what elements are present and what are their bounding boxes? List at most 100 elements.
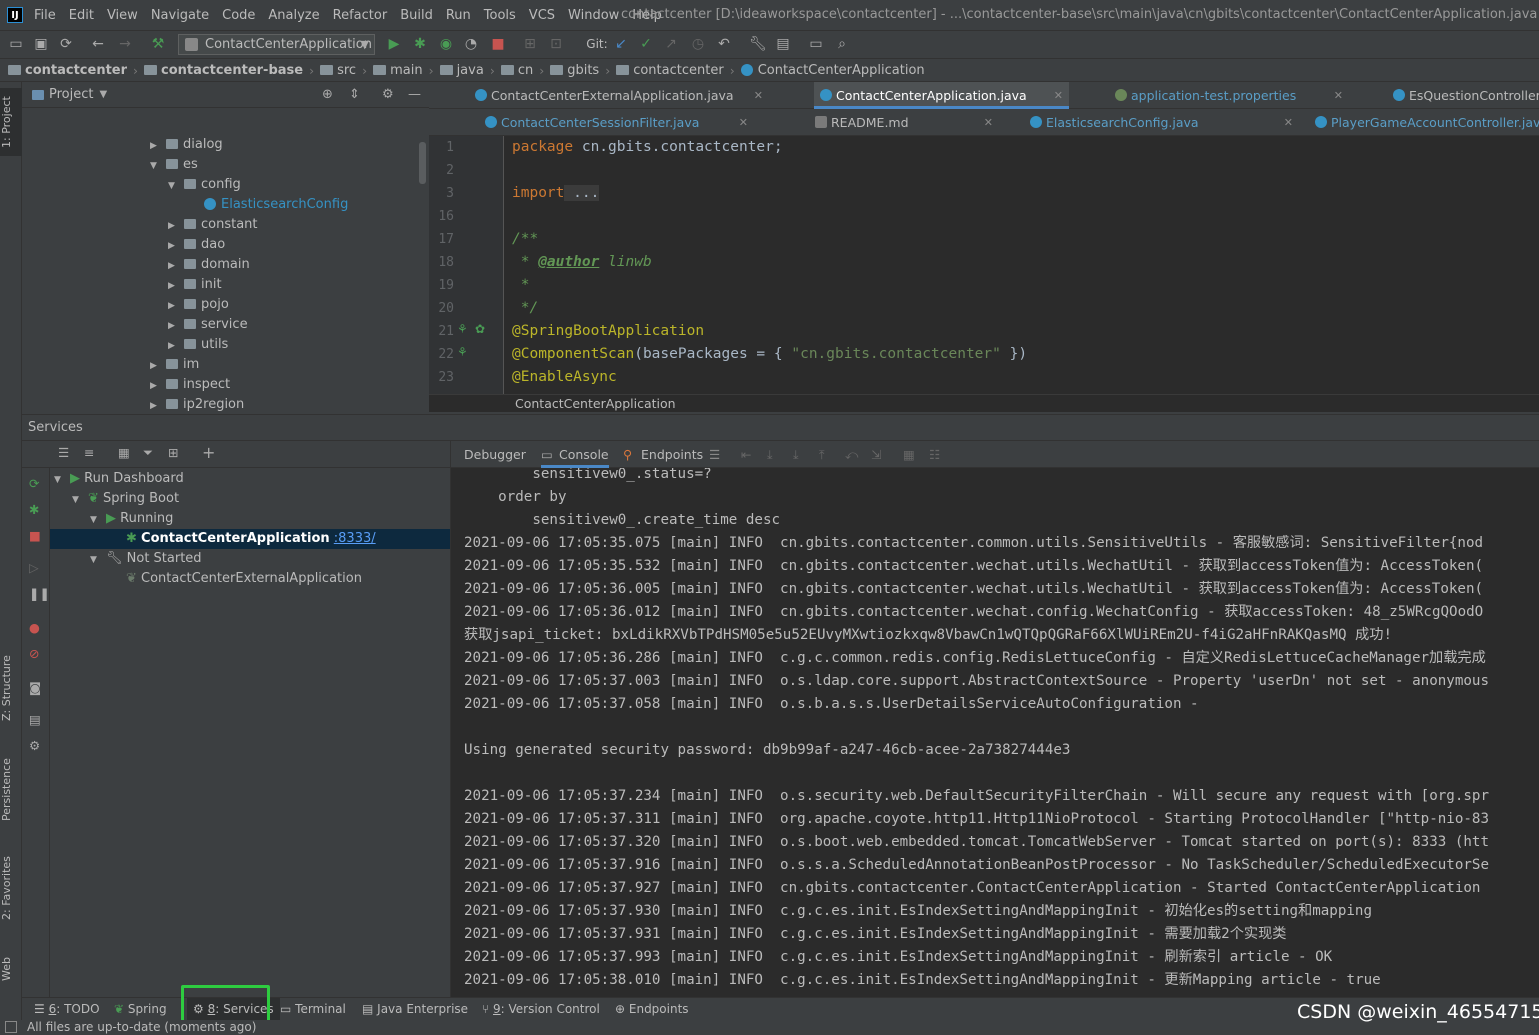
editor-tab-0[interactable]: ContactCenterSessionFilter.java ✕ bbox=[479, 109, 754, 136]
gear-icon[interactable]: ⚙ bbox=[29, 738, 43, 753]
add-service-icon[interactable]: + bbox=[202, 443, 215, 462]
git-push-icon[interactable]: ↗ bbox=[663, 36, 679, 52]
project-tree-item-inspect[interactable]: ▶ inspect bbox=[150, 375, 230, 395]
menu-item-analyze[interactable]: Analyze bbox=[268, 8, 319, 23]
breadcrumb-item-7[interactable]: contactcenter bbox=[616, 63, 724, 78]
project-tree-item-ip2region[interactable]: ▶ ip2region bbox=[150, 395, 244, 415]
status-toggle-icon[interactable] bbox=[5, 1021, 17, 1033]
new-tab-icon[interactable]: ⊞ bbox=[168, 445, 178, 460]
chevron-right-icon[interactable]: ▶ bbox=[150, 396, 160, 416]
project-tree-item-pojo[interactable]: ▶ pojo bbox=[168, 295, 229, 315]
chevron-right-icon[interactable]: ▶ bbox=[168, 336, 178, 356]
breadcrumb-item-2[interactable]: src bbox=[320, 63, 356, 78]
chevron-right-icon[interactable]: ▶ bbox=[168, 276, 178, 296]
tree-spring-boot[interactable]: ▼ ❦ Spring Boot bbox=[72, 489, 450, 509]
drop-frame-icon[interactable]: ⤺ bbox=[845, 441, 858, 468]
tab-terminal[interactable]: ▭ Terminal bbox=[280, 998, 346, 1021]
menu-item-window[interactable]: Window bbox=[568, 8, 619, 23]
console-output[interactable]: sensitivew0_.status=? order by sensitive… bbox=[464, 468, 1539, 997]
view-breakpoints-icon[interactable]: ● bbox=[29, 620, 43, 635]
mute-breakpoints-icon[interactable]: ⊘ bbox=[29, 646, 43, 661]
menu-icon[interactable]: ☰ bbox=[709, 441, 720, 468]
sync-icon[interactable]: ⟳ bbox=[58, 36, 74, 52]
folded-imports[interactable]: ... bbox=[564, 185, 600, 201]
camera-icon[interactable]: ◙ bbox=[29, 680, 43, 695]
menu-item-edit[interactable]: Edit bbox=[69, 8, 94, 23]
rollback-icon[interactable]: ↶ bbox=[716, 36, 732, 52]
tab-endpoints-bottom[interactable]: ⊕ Endpoints bbox=[615, 998, 689, 1021]
tab-persistence[interactable]: Persistence bbox=[0, 750, 22, 830]
run-gutter-icon[interactable]: ✿ bbox=[475, 322, 485, 336]
terminal-icon[interactable]: ▭ bbox=[808, 36, 824, 52]
project-tree-item-dialog[interactable]: ▶ dialog bbox=[150, 135, 223, 155]
project-panel-title[interactable]: Project bbox=[49, 87, 93, 102]
trace-icon[interactable]: ☷ bbox=[929, 441, 940, 468]
gear-icon[interactable]: ⚙ bbox=[382, 87, 394, 102]
chevron-right-icon[interactable]: ▶ bbox=[150, 356, 160, 376]
breadcrumb-item-8[interactable]: ContactCenterApplication bbox=[740, 63, 925, 78]
step-into-icon[interactable]: ⤓ bbox=[793, 441, 799, 468]
tab-debugger[interactable]: Debugger bbox=[464, 441, 526, 468]
stop-icon[interactable]: ■ bbox=[490, 36, 506, 52]
tab-version-control[interactable]: ⑂ 9: Version Control bbox=[482, 998, 600, 1021]
project-tree-item-dao[interactable]: ▶ dao bbox=[168, 235, 225, 255]
resume-icon[interactable]: ▷ bbox=[29, 560, 43, 575]
tree-running[interactable]: ▼ ▶ Running bbox=[90, 509, 450, 529]
editor-tab-3[interactable]: EsQuestionController. bbox=[1387, 82, 1539, 109]
close-icon[interactable]: ✕ bbox=[1054, 82, 1063, 109]
chevron-right-icon[interactable]: ▶ bbox=[168, 236, 178, 256]
git-update-icon[interactable]: ↙ bbox=[613, 36, 629, 52]
project-tree-item-constant[interactable]: ▶ constant bbox=[168, 215, 258, 235]
run-configuration-select[interactable]: ContactCenterApplication ▼ bbox=[178, 34, 375, 55]
expand-all-icon[interactable]: ☰ bbox=[58, 445, 69, 460]
chevron-right-icon[interactable]: ▶ bbox=[150, 376, 160, 396]
close-icon[interactable]: ✕ bbox=[754, 82, 763, 109]
close-icon[interactable]: ✕ bbox=[739, 109, 748, 136]
breadcrumb-item-5[interactable]: cn bbox=[500, 63, 533, 78]
pause-icon[interactable]: ❚❚ bbox=[29, 586, 50, 601]
tab-console[interactable]: ▭ Console bbox=[541, 441, 609, 468]
tree-contact-center-application[interactable]: ✱ ContactCenterApplication :8333/ bbox=[50, 529, 450, 549]
attach-icon[interactable]: ⊞ bbox=[522, 36, 538, 52]
tab-java-enterprise[interactable]: ▤ Java Enterprise bbox=[362, 998, 468, 1021]
close-icon[interactable]: ✕ bbox=[1334, 82, 1343, 109]
debug-icon[interactable]: ✱ bbox=[29, 502, 43, 517]
editor-tab-1[interactable]: README.md ✕ bbox=[809, 109, 999, 136]
coverage-icon[interactable]: ◉ bbox=[438, 36, 454, 52]
update-icon[interactable]: ⊡ bbox=[548, 36, 564, 52]
tab-web[interactable]: Web bbox=[0, 944, 22, 994]
tab-favorites[interactable]: 2: Favorites bbox=[0, 848, 22, 928]
breadcrumb-item-6[interactable]: gbits bbox=[550, 63, 599, 78]
project-tree-item-elasticsearchconfig[interactable]: ElasticsearchConfig bbox=[204, 195, 348, 215]
menu-item-code[interactable]: Code bbox=[222, 8, 255, 23]
collapse-all-icon[interactable]: ⇕ bbox=[349, 87, 360, 102]
step-over-icon[interactable]: ⤓ bbox=[767, 441, 773, 468]
back-icon[interactable]: ← bbox=[90, 36, 106, 52]
tree-external-application[interactable]: ❦ ContactCenterExternalApplication bbox=[126, 569, 450, 589]
project-tree-item-utils[interactable]: ▶ utils bbox=[168, 335, 228, 355]
profile-icon[interactable]: ◔ bbox=[463, 36, 479, 52]
tab-project[interactable]: 1: Project bbox=[0, 88, 22, 156]
save-all-icon[interactable]: ▣ bbox=[33, 36, 49, 52]
evaluate-icon[interactable]: ▦ bbox=[903, 441, 915, 468]
tab-structure[interactable]: Z: Structure bbox=[0, 648, 22, 728]
menu-item-refactor[interactable]: Refactor bbox=[333, 8, 388, 23]
locate-icon[interactable]: ⊕ bbox=[322, 87, 333, 102]
menu-item-view[interactable]: View bbox=[107, 8, 138, 23]
editor-breadcrumb[interactable]: ContactCenterApplication bbox=[429, 394, 1539, 412]
close-icon[interactable]: ✕ bbox=[1284, 109, 1293, 136]
tab-endpoints[interactable]: ⚲ Endpoints bbox=[623, 441, 703, 468]
project-tree-item-init[interactable]: ▶ init bbox=[168, 275, 222, 295]
menu-item-run[interactable]: Run bbox=[446, 8, 471, 23]
hide-icon[interactable]: — bbox=[408, 87, 421, 102]
chevron-down-icon[interactable]: ▼ bbox=[150, 156, 160, 176]
spring-scan-gutter-icon[interactable]: ⚘ bbox=[457, 345, 468, 359]
editor-tab-0[interactable]: ContactCenterExternalApplication.java ✕ bbox=[469, 82, 769, 109]
chevron-right-icon[interactable]: ▶ bbox=[150, 136, 160, 156]
menu-item-navigate[interactable]: Navigate bbox=[151, 8, 209, 23]
project-tree-item-es[interactable]: ▼ es bbox=[150, 155, 198, 175]
editor-tab-1[interactable]: ContactCenterApplication.java ✕ bbox=[814, 82, 1069, 109]
tab-spring[interactable]: ❦ Spring bbox=[114, 998, 167, 1021]
chevron-right-icon[interactable]: ▶ bbox=[168, 256, 178, 276]
chevron-right-icon[interactable]: ▶ bbox=[168, 216, 178, 236]
